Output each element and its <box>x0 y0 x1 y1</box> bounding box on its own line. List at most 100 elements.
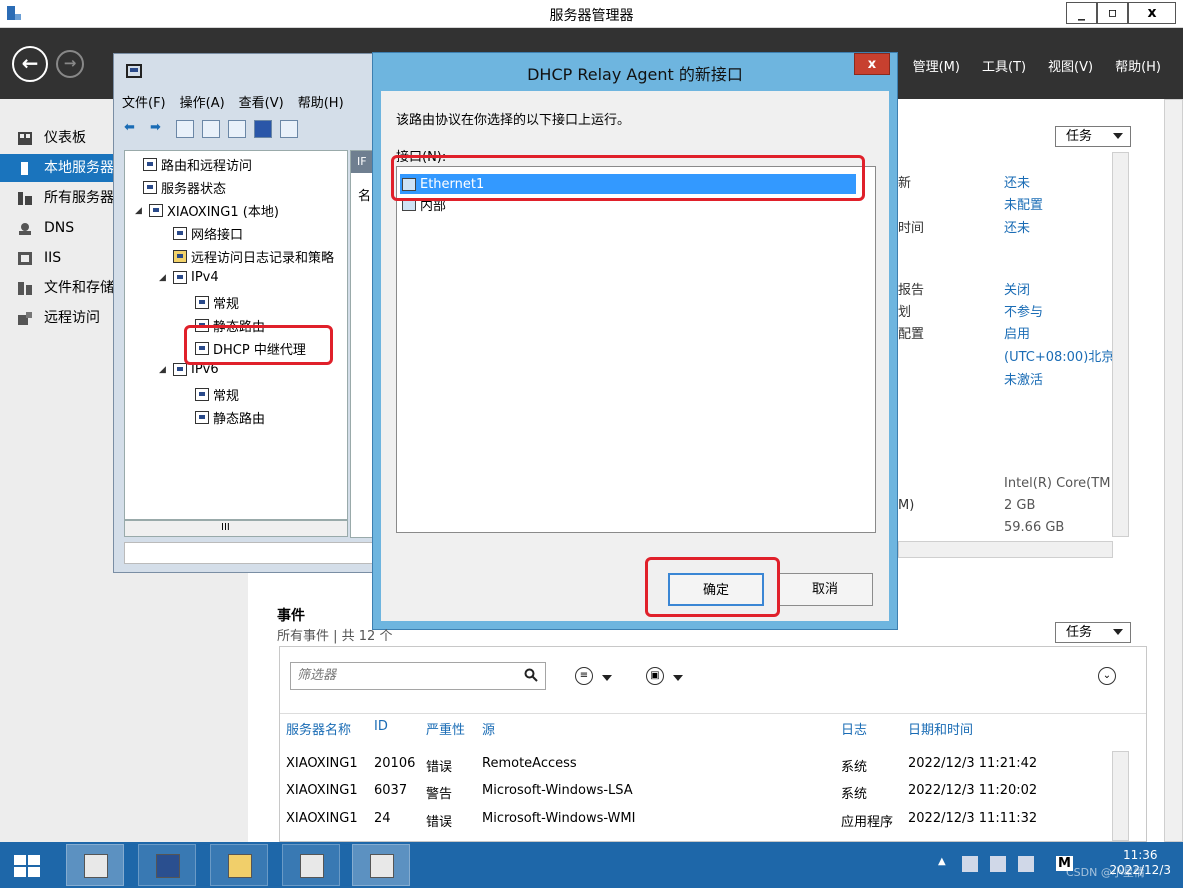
close-button[interactable]: x <box>1128 2 1176 24</box>
filter-input[interactable]: 筛选器 <box>290 662 546 690</box>
list-options-icon[interactable]: ≡ <box>575 667 593 685</box>
menu-view[interactable]: 视图(V) <box>1048 56 1093 75</box>
show-tree-icon[interactable] <box>202 120 220 138</box>
prop-value[interactable]: (UTC+08:00)北京 <box>1004 346 1112 365</box>
events-scrollbar[interactable] <box>1112 751 1129 841</box>
cell-source: Microsoft-Windows-WMI <box>482 811 636 826</box>
prop-value[interactable]: 还未 <box>1004 217 1030 236</box>
tree-node[interactable]: 静态路由 <box>195 408 265 427</box>
forward-button[interactable]: → <box>56 50 84 78</box>
rras-menubar: 文件(F) 操作(A) 查看(V) 帮助(H) <box>122 92 344 111</box>
up-folder-icon[interactable] <box>176 120 194 138</box>
prop-value[interactable]: 关闭 <box>1004 279 1030 298</box>
column-header-datetime[interactable]: 日期和时间 <box>908 719 973 738</box>
tasks-label: 任务 <box>1066 625 1093 640</box>
prop-value[interactable]: 还未 <box>1004 172 1030 191</box>
general-icon <box>195 388 209 401</box>
properties-icon[interactable] <box>280 120 298 138</box>
tree-node[interactable]: 网络接口 <box>173 224 243 243</box>
events-panel: 筛选器 ≡ ▣ ⌄ 服务器名称 ID 严重性 源 日志 日期和时间 XIAOXI… <box>279 646 1147 842</box>
highlight-interface <box>391 155 865 201</box>
new-interface-dialog: DHCP Relay Agent 的新接口 x 该路由协议在你选择的以下接口上运… <box>372 52 898 630</box>
column-header-severity[interactable]: 严重性 <box>426 719 465 738</box>
maximize-button[interactable]: ▫ <box>1097 2 1128 24</box>
taskbar-app[interactable] <box>282 844 340 886</box>
menu-action[interactable]: 操作(A) <box>180 92 225 111</box>
tray-volume-icon[interactable] <box>1018 856 1034 872</box>
column-header-log[interactable]: 日志 <box>841 719 867 738</box>
column-header-id[interactable]: ID <box>374 719 388 734</box>
chevron-down-icon[interactable] <box>602 675 612 681</box>
taskbar-explorer[interactable] <box>210 844 268 886</box>
collapse-icon[interactable]: ◢ <box>135 206 145 216</box>
chevron-down-icon[interactable] <box>673 675 683 681</box>
detail-column-name: 名 <box>358 189 372 204</box>
tree-node[interactable]: ◢ IPv4 <box>159 270 219 285</box>
tree-node[interactable]: 远程访问日志记录和策略 <box>173 247 334 266</box>
search-icon[interactable] <box>524 668 538 682</box>
tray-network-icon[interactable] <box>990 856 1006 872</box>
tree-node-label: 静态路由 <box>213 412 266 427</box>
cell-id: 20106 <box>374 756 416 771</box>
collapse-icon[interactable]: ◢ <box>159 273 169 283</box>
column-header-server[interactable]: 服务器名称 <box>286 719 351 738</box>
back-arrow-icon[interactable]: ⬅ <box>124 120 142 138</box>
tree-node[interactable]: 路由和远程访问 <box>129 155 252 174</box>
tree-node[interactable]: 服务器状态 <box>143 178 226 197</box>
taskbar: ▲ M 11:36 2022/12/3 CSDN @小星情 <box>0 842 1183 888</box>
scroll-thumb[interactable]: III <box>221 522 230 533</box>
export-icon[interactable] <box>228 120 246 138</box>
column-header-source[interactable]: 源 <box>482 719 495 738</box>
minimize-button[interactable]: _ <box>1066 2 1097 24</box>
tree-node-label: 网络接口 <box>191 228 244 243</box>
sidebar-item-label: 远程访问 <box>44 310 100 326</box>
menu-tools[interactable]: 工具(T) <box>982 56 1026 75</box>
tray-flag-icon[interactable] <box>962 856 978 872</box>
main-scrollbar[interactable] <box>1164 99 1183 842</box>
cancel-button[interactable]: 取消 <box>777 573 873 606</box>
save-query-icon[interactable]: ▣ <box>646 667 664 685</box>
sidebar-item-label: 本地服务器 <box>44 160 114 176</box>
dialog-title: DHCP Relay Agent 的新接口 <box>527 65 743 84</box>
interface-list[interactable]: Ethernet1 内部 <box>396 166 876 533</box>
chevron-down-icon <box>1113 133 1123 139</box>
properties-tasks-button[interactable]: 任务 <box>1055 126 1131 147</box>
rras-icon <box>370 854 394 878</box>
tray-expand-icon[interactable]: ▲ <box>938 856 946 867</box>
windows-start-icon[interactable] <box>14 855 40 877</box>
cell-datetime: 2022/12/3 11:20:02 <box>908 783 1038 798</box>
dialog-close-button[interactable]: x <box>854 53 890 75</box>
forward-arrow-icon[interactable]: ➡ <box>150 120 168 138</box>
tree-node[interactable]: 常规 <box>195 293 239 312</box>
rras-toolbar: ⬅ ➡ <box>124 120 298 138</box>
back-button[interactable]: ← <box>12 46 48 82</box>
sidebar-item-label: 所有服务器 <box>44 190 114 206</box>
tree-node[interactable]: ◢ XIAOXING1 (本地) <box>135 201 279 220</box>
tree-node-label: XIAOXING1 (本地) <box>167 205 279 220</box>
prop-value[interactable]: 未配置 <box>1004 194 1043 213</box>
menu-file[interactable]: 文件(F) <box>122 92 166 111</box>
taskbar-powershell[interactable] <box>138 844 196 886</box>
events-tasks-button[interactable]: 任务 <box>1055 622 1131 643</box>
menu-help[interactable]: 帮助(H) <box>298 92 344 111</box>
cell-severity: 警告 <box>426 787 453 802</box>
taskbar-server-manager[interactable] <box>66 844 124 886</box>
clock-time: 11:36 <box>1122 848 1158 862</box>
expand-icon[interactable]: ⌄ <box>1098 667 1116 685</box>
taskbar-rras[interactable] <box>352 844 410 886</box>
help-icon[interactable] <box>254 120 272 138</box>
properties-scrollbar[interactable] <box>1112 152 1129 537</box>
cell-datetime: 2022/12/3 11:21:42 <box>908 756 1038 771</box>
cell-log: 系统 <box>841 787 868 802</box>
collapse-icon[interactable]: ◢ <box>159 365 169 375</box>
properties-hscrollbar[interactable] <box>898 541 1113 558</box>
menu-manage[interactable]: 管理(M) <box>913 56 960 75</box>
sidebar-item-label: 文件和存储 <box>44 280 114 296</box>
prop-value[interactable]: 不参与 <box>1004 301 1043 320</box>
tree-node[interactable]: 常规 <box>195 385 239 404</box>
menu-view[interactable]: 查看(V) <box>239 92 284 111</box>
menu-help[interactable]: 帮助(H) <box>1115 56 1161 75</box>
prop-value[interactable]: 启用 <box>1004 323 1030 342</box>
tree-hscrollbar[interactable]: III <box>124 520 348 537</box>
prop-value[interactable]: 未激活 <box>1004 369 1043 388</box>
